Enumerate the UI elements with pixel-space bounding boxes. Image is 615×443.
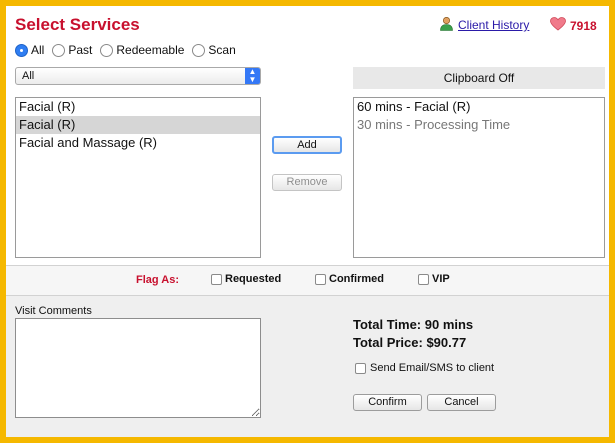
flag-as-label: Flag As: (136, 274, 179, 286)
chevron-updown-icon: ▲ ▼ (245, 68, 260, 84)
filter-past-label: Past (68, 43, 93, 57)
visit-comments-input[interactable] (15, 318, 261, 418)
filter-redeemable[interactable]: Redeemable (100, 43, 184, 57)
remove-button[interactable]: Remove (272, 174, 342, 191)
flag-confirmed-label: Confirmed (329, 273, 384, 285)
user-icon (439, 16, 454, 34)
filter-all-label: All (31, 43, 45, 57)
filter-past[interactable]: Past (52, 43, 92, 57)
services-list[interactable]: Facial (R) Facial (R) Facial and Massage… (15, 97, 261, 258)
category-select[interactable]: All ▲ ▼ (15, 67, 261, 85)
send-notification-label: Send Email/SMS to client (370, 362, 495, 374)
confirm-button[interactable]: Confirm (353, 394, 422, 411)
radio-past[interactable] (52, 43, 66, 57)
radio-all[interactable] (15, 43, 28, 57)
list-item[interactable]: 60 mins - Facial (R) (354, 98, 604, 116)
list-item[interactable]: Facial (R) (16, 98, 260, 116)
checkbox-confirmed[interactable] (315, 273, 326, 285)
flag-requested-label: Requested (225, 273, 282, 285)
total-time: Total Time: 90 mins (353, 317, 474, 332)
flag-bar (6, 266, 609, 295)
category-select-value: All (22, 70, 35, 82)
checkbox-send-notification[interactable] (355, 362, 366, 374)
filter-redeemable-label: Redeemable (116, 43, 185, 57)
list-item[interactable]: 30 mins - Processing Time (354, 116, 604, 134)
dialog-frame: Select Services Client History 7918 All … (0, 0, 615, 443)
selected-services-list[interactable]: 60 mins - Facial (R) 30 mins - Processin… (353, 97, 605, 258)
cancel-button[interactable]: Cancel (427, 394, 496, 411)
radio-redeemable[interactable] (100, 43, 114, 57)
filter-scan-label: Scan (208, 43, 236, 57)
visit-comments-label: Visit Comments (15, 305, 92, 317)
clipboard-toggle[interactable]: Clipboard Off (353, 67, 605, 89)
flag-confirmed[interactable]: Confirmed (315, 273, 384, 285)
total-price: Total Price: $90.77 (353, 335, 467, 350)
filter-scan[interactable]: Scan (192, 43, 236, 57)
flag-vip[interactable]: VIP (418, 273, 450, 285)
heart-icon (550, 17, 566, 34)
radio-scan[interactable] (192, 43, 206, 57)
flag-requested[interactable]: Requested (211, 273, 281, 285)
page-title: Select Services (15, 15, 140, 34)
list-item[interactable]: Facial and Massage (R) (16, 134, 260, 152)
checkbox-vip[interactable] (418, 273, 429, 285)
loyalty-points: 7918 (550, 17, 597, 34)
checkbox-requested[interactable] (211, 273, 222, 285)
service-filter: All Past Redeemable Scan (15, 43, 236, 57)
client-history-link[interactable]: Client History (458, 18, 529, 32)
points-value: 7918 (570, 18, 597, 33)
filter-all[interactable]: All (15, 43, 44, 57)
list-item-selected[interactable]: Facial (R) (16, 116, 260, 134)
add-button[interactable]: Add (272, 136, 342, 154)
client-history: Client History (439, 16, 529, 34)
totals: Total Time: 90 mins Total Price: $90.77 (353, 316, 473, 352)
flag-vip-label: VIP (432, 273, 450, 285)
send-notification[interactable]: Send Email/SMS to client (355, 362, 494, 374)
